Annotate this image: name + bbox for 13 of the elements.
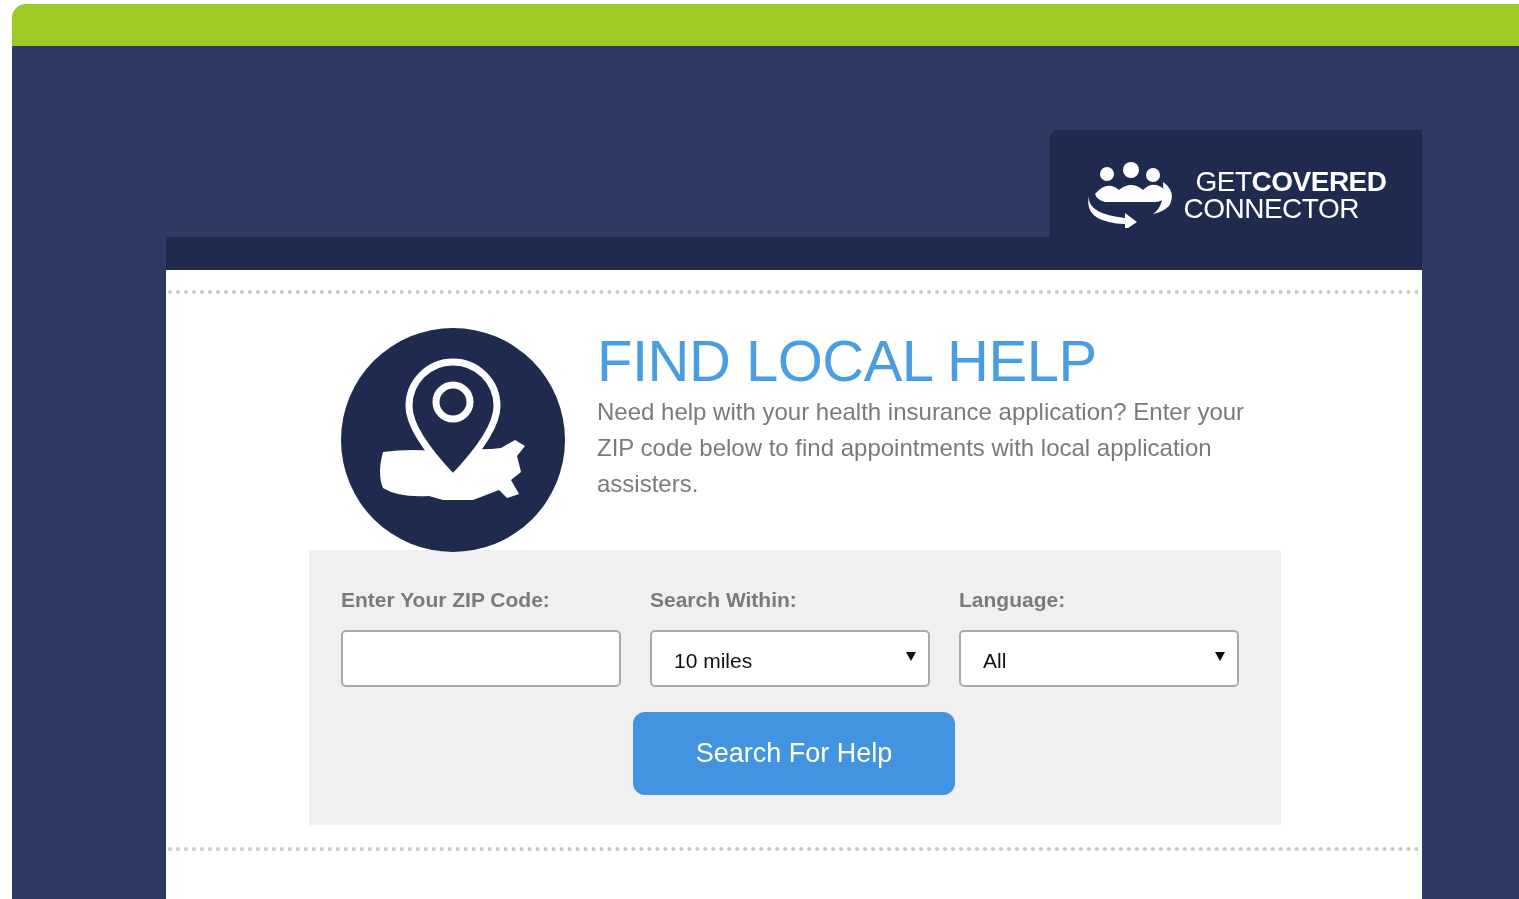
dropdown[interactable]: All [959,630,1239,687]
zip-code-field[interactable] [341,630,621,687]
field-label: Enter Your ZIP Code: [341,587,551,613]
caret-icon [906,652,916,661]
caret-icon [1215,652,1225,661]
dropdown[interactable]: 10 miles [650,630,930,687]
logo-text: CONNECTOR [1183,195,1360,222]
map-pin-icon [341,328,565,552]
page-heading: FIND LOCAL HELP [597,328,1098,394]
logo-text: GETCOVERED [1194,168,1387,195]
field-label: Search Within: [650,587,798,613]
field-label: Language: [959,587,1067,613]
intro-text: Need help with your health insurance application? Enter your ZIP code below to find appointments with local application assisters. [597,397,1246,499]
